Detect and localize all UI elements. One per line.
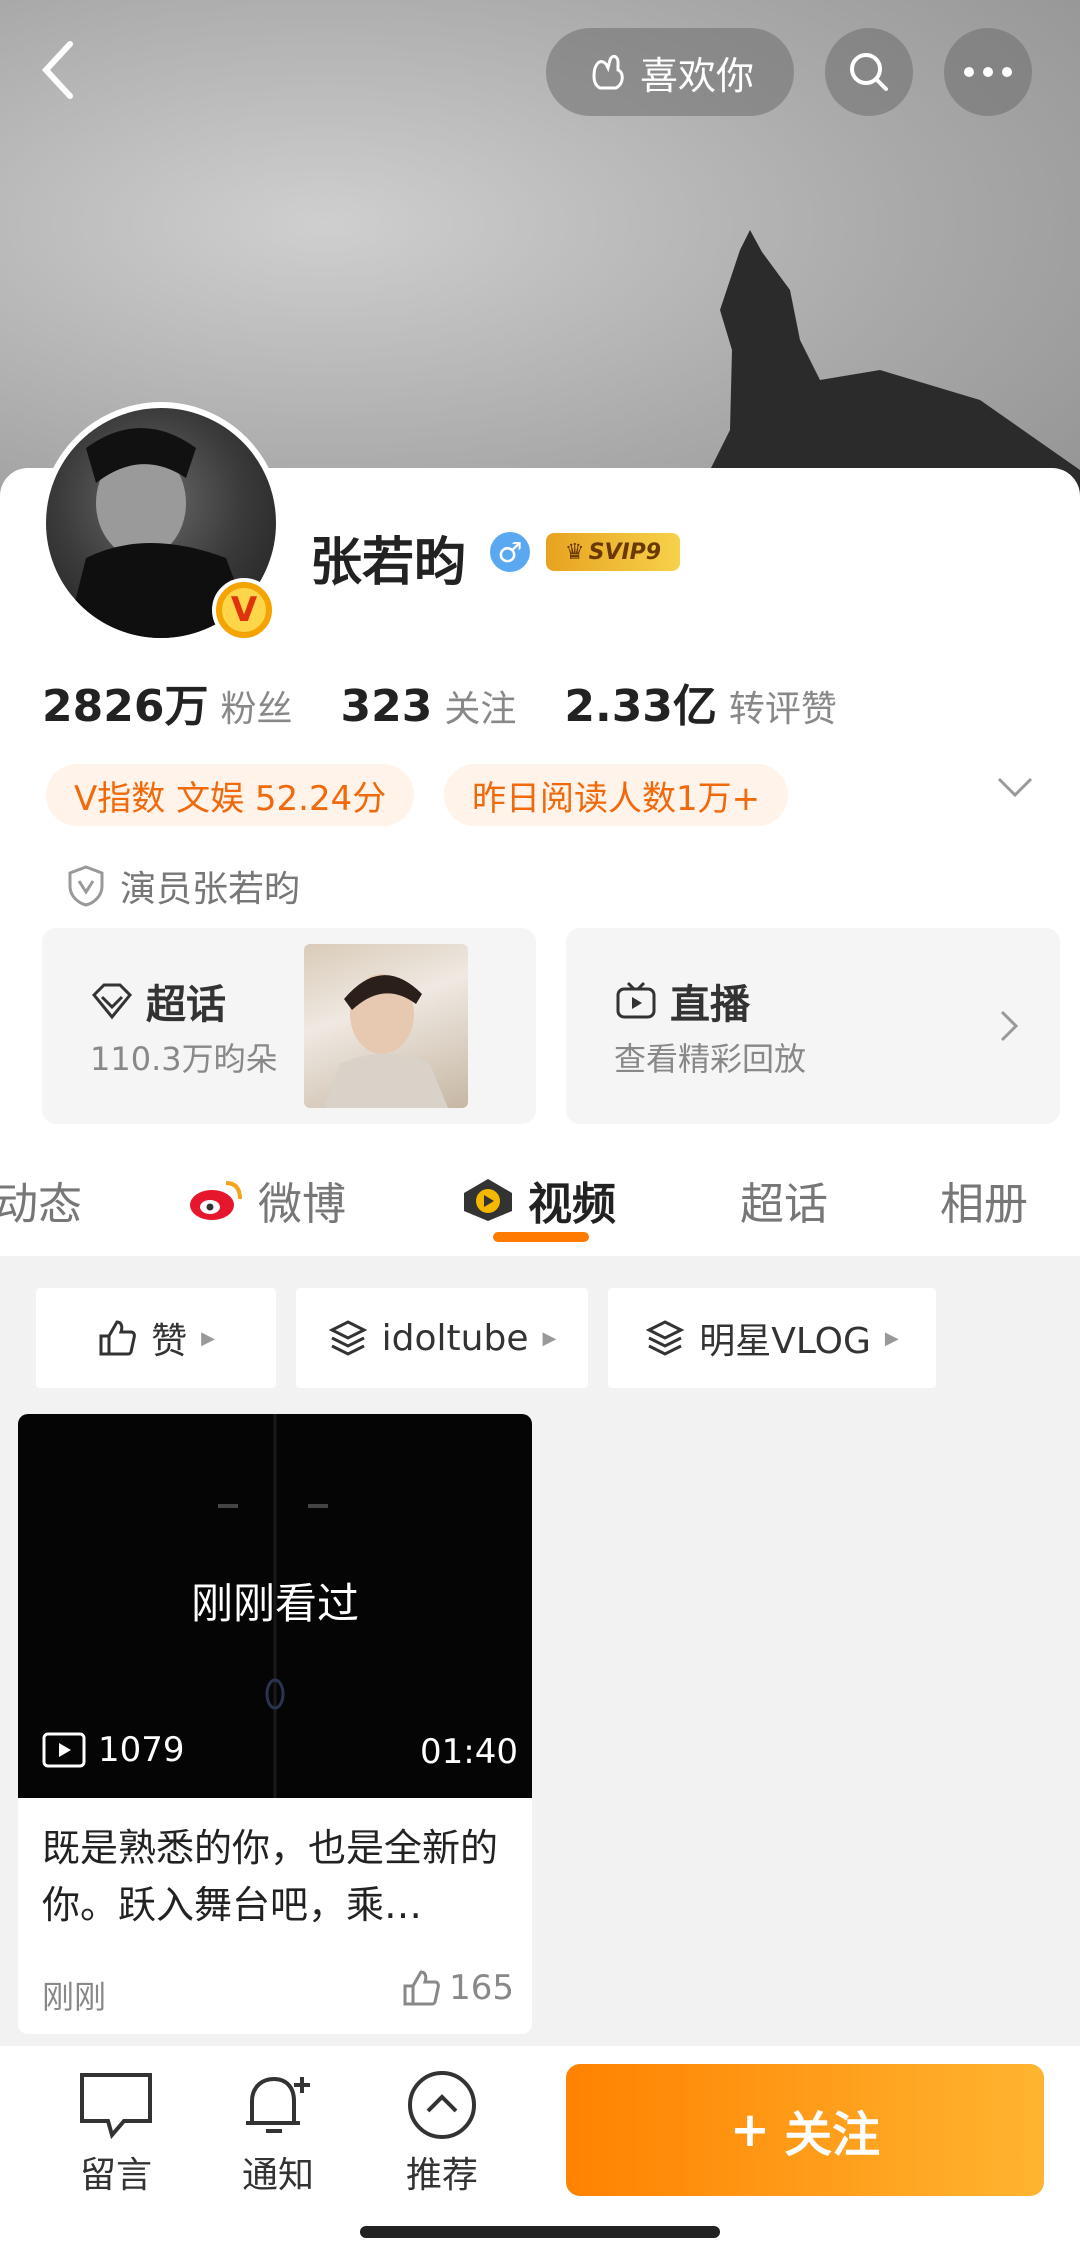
play-count-value: 1079	[98, 1730, 185, 1770]
triangle-right-icon: ▶	[884, 1327, 899, 1349]
tab-album[interactable]: 相册	[940, 1168, 1028, 1232]
play-count: 1079	[42, 1730, 185, 1770]
svip-label: SVIP9	[588, 539, 662, 565]
filter-like-label: 赞	[151, 1321, 188, 1362]
notify-button[interactable]: 通知	[218, 2064, 338, 2198]
video-thumbnail[interactable]: 刚刚看过 1079 01:40	[18, 1414, 532, 1798]
following-count[interactable]: 323	[340, 681, 432, 732]
layers-icon	[645, 1320, 685, 1356]
search-icon	[850, 53, 888, 91]
video-title[interactable]: 既是熟悉的你，也是全新的你。跃入舞台吧，乘…	[42, 1820, 522, 1934]
chaohua-title: 超话	[146, 982, 226, 1028]
message-button[interactable]: 留言	[56, 2064, 176, 2198]
tab-dongtai[interactable]: 动态	[0, 1168, 82, 1232]
v-index-tag[interactable]: V指数 文娱 52.24分	[46, 764, 415, 826]
more-button[interactable]	[944, 28, 1032, 116]
filter-vlog-chip[interactable]: 明星VLOG ▶	[608, 1288, 936, 1388]
home-indicator	[360, 2226, 720, 2238]
video-likes[interactable]: 165	[401, 1968, 514, 2008]
chevron-right-icon	[1000, 1010, 1019, 1042]
chaohua-box[interactable]: 超话 110.3万昀朵	[42, 928, 536, 1124]
live-title: 直播	[670, 982, 750, 1028]
intro-text: 演员张若昀	[120, 869, 301, 910]
more-icon	[964, 67, 1012, 77]
notify-label: 通知	[241, 2155, 314, 2196]
chevron-up-circle-icon	[408, 2071, 476, 2139]
back-icon	[41, 41, 73, 99]
follow-button[interactable]: + 关注	[566, 2064, 1044, 2196]
layers-icon	[328, 1320, 368, 1356]
chaohua-thumbnail	[304, 944, 468, 1108]
plus-icon: +	[729, 2102, 771, 2158]
profile-stats: 2826万 粉丝 323 关注 2.33亿 转评赞	[42, 670, 885, 734]
fans-label[interactable]: 粉丝	[220, 680, 292, 732]
like-you-button[interactable]: 喜欢你	[546, 28, 794, 116]
filter-vlog-label: 明星VLOG	[699, 1321, 871, 1362]
filter-like-chip[interactable]: 赞 ▶	[36, 1288, 276, 1388]
fans-count[interactable]: 2826万	[42, 670, 208, 734]
active-tab-indicator	[493, 1232, 589, 1242]
filter-idoltube-chip[interactable]: idoltube ▶	[296, 1288, 588, 1388]
recommend-button[interactable]: 推荐	[382, 2064, 502, 2198]
triangle-right-icon: ▶	[542, 1327, 557, 1349]
male-icon: ♂	[490, 532, 530, 572]
shield-v-icon	[68, 865, 104, 907]
svip-badge[interactable]: ♛ SVIP9	[546, 533, 680, 571]
follow-label: 关注	[784, 2107, 881, 2163]
profile-intro: 演员张若昀	[66, 860, 300, 912]
video-time: 刚刚	[42, 1978, 107, 2016]
video-duration: 01:40	[420, 1732, 518, 1772]
following-label[interactable]: 关注	[444, 680, 516, 732]
message-label: 留言	[79, 2155, 152, 2196]
message-icon	[80, 2073, 152, 2139]
triangle-right-icon: ▶	[201, 1327, 215, 1349]
play-icon	[42, 1732, 86, 1768]
tab-chaohua[interactable]: 超话	[740, 1168, 828, 1232]
chaohua-sub: 110.3万昀朵	[90, 1040, 278, 1078]
engagement-count: 2.33亿	[564, 681, 717, 732]
hand-heart-icon	[592, 54, 624, 90]
bell-plus-icon	[246, 2076, 310, 2133]
search-button[interactable]	[825, 28, 913, 116]
tab-weibo[interactable]: 微博	[186, 1168, 346, 1232]
thumbs-up-icon	[403, 1970, 440, 2006]
crown-icon: ♛	[564, 539, 585, 565]
video-tab-icon	[464, 1179, 512, 1221]
recommend-label: 推荐	[405, 2155, 478, 2196]
video-card[interactable]: 刚刚看过 1079 01:40 既是熟悉的你，也是全新的你。跃入舞台吧，乘… 刚…	[18, 1414, 532, 2034]
engagement-label: 转评赞	[728, 689, 837, 730]
video-likes-count: 165	[449, 1968, 514, 2008]
verified-v-badge-icon: V	[212, 578, 276, 642]
live-box[interactable]: 直播 查看精彩回放	[566, 928, 1060, 1124]
tv-play-icon	[616, 981, 656, 1019]
back-button[interactable]	[30, 30, 90, 110]
like-you-label: 喜欢你	[639, 53, 754, 98]
diamond-icon	[91, 983, 133, 1020]
live-sub: 查看精彩回放	[614, 1040, 807, 1078]
readers-tag[interactable]: 昨日阅读人数1万+	[444, 764, 789, 826]
tab-video[interactable]: 视频	[460, 1168, 616, 1232]
weibo-logo-icon	[190, 1181, 242, 1220]
profile-name: 张若昀	[310, 533, 467, 593]
chevron-down-icon[interactable]	[995, 775, 1035, 799]
watched-overlay: 刚刚看过	[190, 1579, 359, 1628]
filter-idoltube-label: idoltube	[381, 1317, 529, 1359]
video-content-area: 赞 ▶ idoltube ▶ 明星VLOG ▶ 刚刚看过 1079 01:40 …	[0, 1256, 1080, 2046]
thumbs-up-icon	[99, 1320, 136, 1356]
